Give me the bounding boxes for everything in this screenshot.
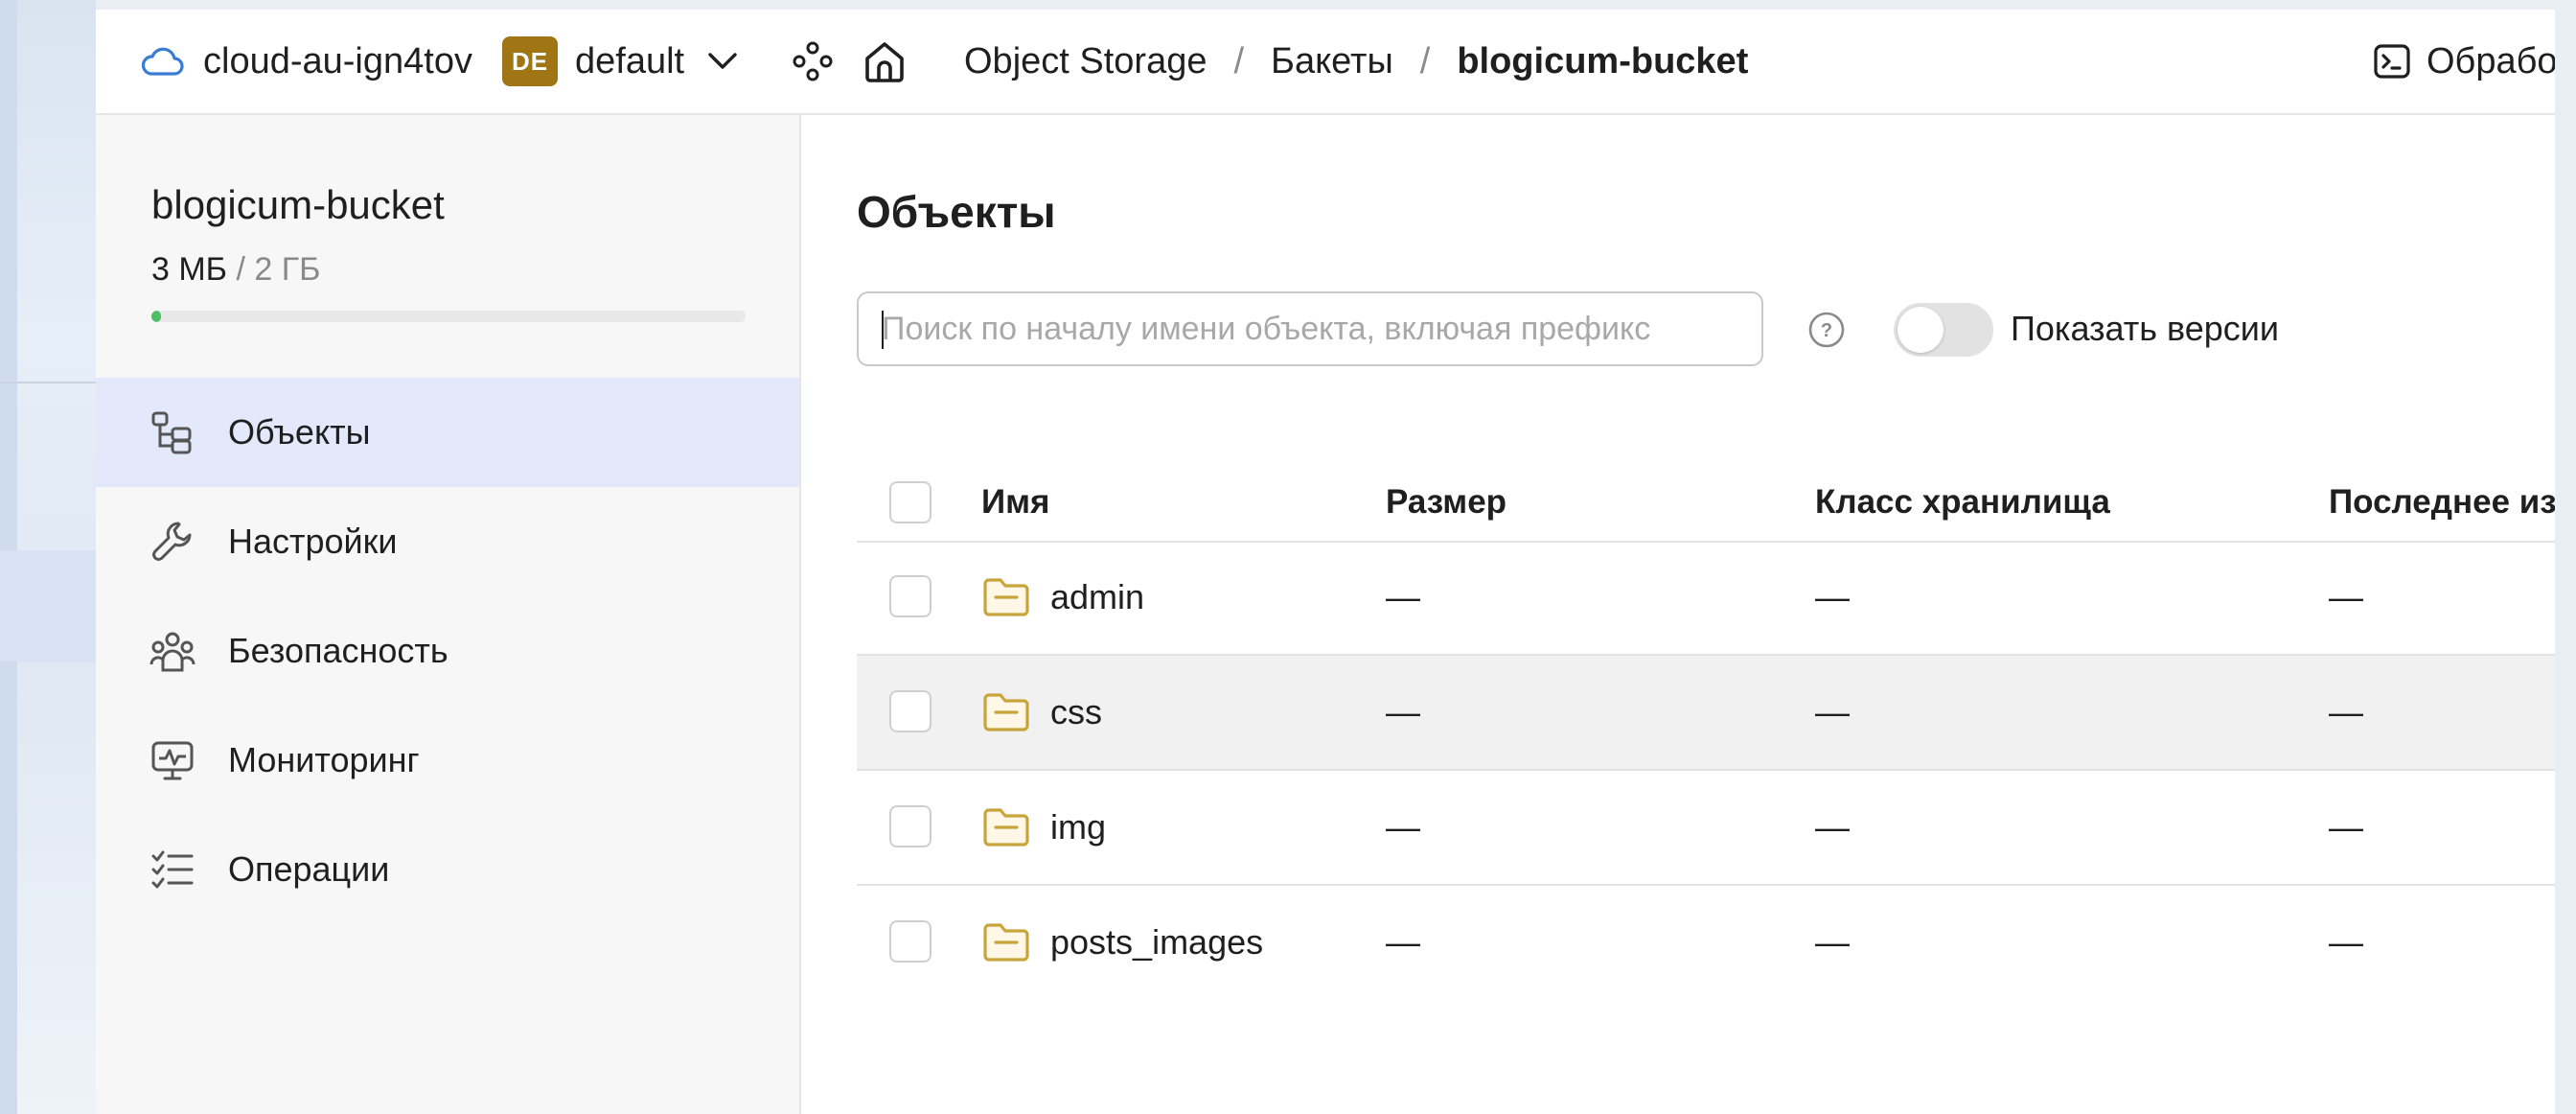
object-name: admin <box>1050 577 1145 616</box>
object-last-modified: — <box>2329 807 2363 847</box>
breadcrumb-separator: / <box>1233 40 1245 81</box>
row-checkbox[interactable] <box>889 805 932 847</box>
object-size: — <box>1386 922 1420 962</box>
processing-button[interactable]: Обрабо <box>2373 10 2555 113</box>
sidebar-item-monitoring[interactable]: Мониторинг <box>96 706 799 815</box>
sidebar-item-settings[interactable]: Настройки <box>96 487 799 596</box>
column-header-name[interactable]: Имя <box>981 464 1049 541</box>
folder-icon <box>983 808 1029 847</box>
console-window: cloud-au-ign4tov DE default Object Stora… <box>96 10 2555 1114</box>
folder-selector[interactable]: DE default <box>502 10 738 113</box>
breadcrumb: Object Storage / Бакеты / blogicum-bucke… <box>964 10 1748 113</box>
column-header-last-modified[interactable]: Последнее из <box>2329 464 2555 541</box>
monitor-icon <box>151 741 194 780</box>
background-divider <box>0 382 96 383</box>
object-name: img <box>1050 807 1107 847</box>
sidebar-item-operations[interactable]: Операции <box>96 815 799 924</box>
sidebar-item-label: Безопасность <box>228 631 448 670</box>
top-bar: cloud-au-ign4tov DE default Object Stora… <box>96 10 2555 115</box>
background-panel <box>0 0 96 1114</box>
object-size: — <box>1386 692 1420 731</box>
cloud-name: cloud-au-ign4tov <box>203 40 472 81</box>
wrench-icon <box>152 522 192 561</box>
sidebar-item-label: Операции <box>228 849 390 889</box>
column-header-storage-class[interactable]: Класс хранилища <box>1815 464 2110 541</box>
folder-name: default <box>575 40 685 81</box>
usage-separator: / <box>227 251 255 288</box>
objects-tree-icon <box>151 411 192 454</box>
bucket-name: blogicum-bucket <box>151 182 445 227</box>
table-row[interactable]: posts_images — — — <box>857 886 2555 999</box>
cloud-selector[interactable]: cloud-au-ign4tov <box>140 10 472 113</box>
sidebar-item-objects[interactable]: Объекты <box>96 378 799 487</box>
table-row[interactable]: admin — — — <box>857 541 2555 656</box>
home-icon <box>865 42 904 82</box>
svg-text:?: ? <box>1821 320 1832 341</box>
object-name: posts_images <box>1050 922 1264 962</box>
processing-label: Обрабо <box>2426 40 2555 81</box>
table-row[interactable]: img — — — <box>857 771 2555 886</box>
folder-badge: DE <box>502 36 558 86</box>
sidebar-item-label: Мониторинг <box>228 740 420 779</box>
column-header-size[interactable]: Размер <box>1386 464 1506 541</box>
object-last-modified: — <box>2329 922 2363 962</box>
text-cursor <box>882 311 884 349</box>
cloud-icon <box>141 47 184 76</box>
breadcrumb-buckets[interactable]: Бакеты <box>1271 41 1393 82</box>
services-icon <box>793 41 833 81</box>
object-storage-class: — <box>1815 577 1850 616</box>
objects-panel: Объекты ? Показать версии Имя Размер Кла… <box>801 115 2555 1114</box>
object-storage-class: — <box>1815 807 1850 847</box>
checklist-icon <box>151 850 194 889</box>
folder-icon <box>983 693 1029 731</box>
sidebar-item-security[interactable]: Безопасность <box>96 596 799 706</box>
select-all-checkbox[interactable] <box>889 481 932 523</box>
object-name-cell[interactable]: img <box>981 771 1106 884</box>
row-checkbox[interactable] <box>889 690 932 732</box>
object-name: css <box>1050 692 1102 731</box>
folder-icon <box>983 578 1029 616</box>
folder-icon <box>983 923 1029 962</box>
object-storage-class: — <box>1815 692 1850 731</box>
row-checkbox[interactable] <box>889 575 932 617</box>
breadcrumb-current-bucket: blogicum-bucket <box>1457 40 1749 81</box>
row-checkbox[interactable] <box>889 920 932 963</box>
usage-progress-fill <box>151 311 161 322</box>
help-icon[interactable]: ? <box>1807 311 1846 349</box>
bucket-sidebar: blogicum-bucket 3 МБ / 2 ГБ Объекты Наст… <box>96 115 801 1114</box>
breadcrumb-object-storage[interactable]: Object Storage <box>964 41 1207 82</box>
show-versions-label: Показать версии <box>2011 309 2280 348</box>
object-storage-class: — <box>1815 922 1850 962</box>
home-button[interactable] <box>862 10 907 113</box>
object-name-cell[interactable]: posts_images <box>981 886 1263 999</box>
sidebar-item-label: Настройки <box>228 522 398 561</box>
object-name-cell[interactable]: admin <box>981 541 1144 654</box>
usage-used: 3 МБ <box>151 251 227 288</box>
terminal-icon <box>2374 44 2410 79</box>
background-highlight <box>0 550 96 661</box>
users-icon <box>150 632 196 672</box>
page-title: Объекты <box>857 187 1056 237</box>
services-button[interactable] <box>792 10 834 113</box>
object-size: — <box>1386 807 1420 847</box>
breadcrumb-separator: / <box>1419 40 1431 81</box>
object-last-modified: — <box>2329 577 2363 616</box>
object-size: — <box>1386 577 1420 616</box>
usage-total: 2 ГБ <box>254 251 321 288</box>
search-input[interactable] <box>857 291 1763 366</box>
bucket-usage: 3 МБ / 2 ГБ <box>151 251 320 289</box>
object-last-modified: — <box>2329 692 2363 731</box>
show-versions-toggle[interactable] <box>1894 303 1993 357</box>
usage-progress-bar <box>151 311 746 322</box>
table-row[interactable]: css — — — <box>857 656 2555 771</box>
toggle-knob <box>1898 307 1944 353</box>
chevron-down-icon <box>708 53 737 69</box>
table-header: Имя Размер Класс хранилища Последнее из <box>857 464 2555 543</box>
sidebar-item-label: Объекты <box>228 412 371 452</box>
object-name-cell[interactable]: css <box>981 656 1102 769</box>
